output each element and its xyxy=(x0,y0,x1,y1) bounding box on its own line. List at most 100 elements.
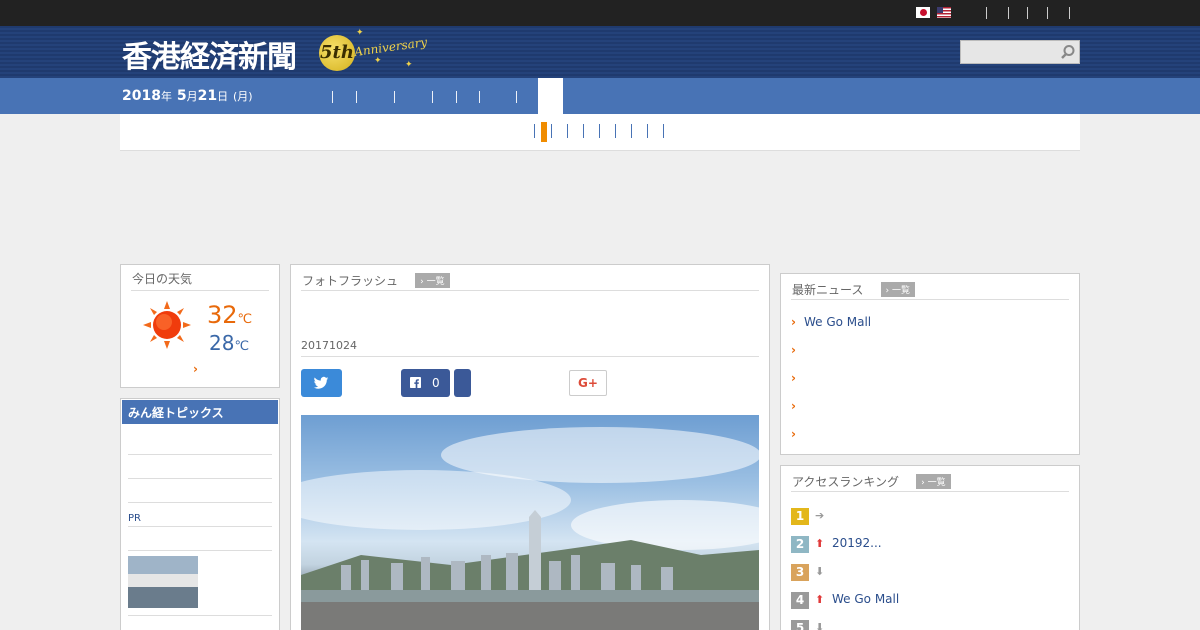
facebook-count: 0 xyxy=(432,376,440,390)
top-separator xyxy=(1047,7,1048,19)
google-plus-button[interactable]: G+ xyxy=(569,370,607,396)
nav-separator xyxy=(332,91,333,103)
latest-news-panel: 最新ニュース › 一覧 › We Go Mall › › › › xyxy=(780,273,1080,455)
twitter-icon xyxy=(313,376,329,389)
us-flag-icon[interactable] xyxy=(937,7,951,18)
star-icon: ✦ xyxy=(356,28,364,38)
news-item[interactable]: › xyxy=(791,427,804,441)
top-separator xyxy=(1027,7,1028,19)
top-separator xyxy=(1069,7,1070,19)
nav-separator xyxy=(394,91,395,103)
divider xyxy=(128,454,272,455)
subnav-separator xyxy=(631,124,632,138)
nav-separator xyxy=(432,91,433,103)
facebook-share-button[interactable]: 0 xyxy=(401,369,450,397)
subnav-separator xyxy=(599,124,600,138)
chevron-right-icon: › xyxy=(791,427,796,441)
latest-news-title: 最新ニュース xyxy=(792,283,864,297)
chevron-right-icon: › xyxy=(791,343,796,357)
divider xyxy=(128,502,272,503)
subnav-separator xyxy=(615,124,616,138)
section-header: フォトフラッシュ › 一覧 xyxy=(302,270,450,289)
temperature-low: 28℃ xyxy=(209,331,250,355)
divider xyxy=(128,615,272,616)
chevron-right-icon[interactable]: › xyxy=(193,362,198,376)
divider xyxy=(128,526,272,527)
chevron-right-icon: › xyxy=(791,399,796,413)
site-header: 香港経済新聞 5th Anniversary ✦ ✦ ✦ xyxy=(0,26,1200,78)
access-ranking-panel: アクセスランキング › 一覧 1 ➔ 2 ⬆ 20192... 3 ⬇ 4 ⬆ … xyxy=(780,465,1080,630)
chevron-right-icon: › xyxy=(885,286,890,296)
rank-badge: 5 xyxy=(791,620,809,630)
nav-separator xyxy=(356,91,357,103)
arrow-up-icon: ⬆ xyxy=(815,593,825,606)
subnav-separator xyxy=(567,124,568,138)
facebook-like-button[interactable] xyxy=(454,369,471,397)
more-button[interactable]: › 一覧 xyxy=(916,474,951,489)
temperature-high: 32℃ xyxy=(207,301,253,329)
more-label: 一覧 xyxy=(927,478,946,488)
rank-badge: 4 xyxy=(791,592,809,609)
date-day-suffix: 日 xyxy=(217,90,229,103)
divider xyxy=(301,290,759,291)
article-date: 20171024 xyxy=(301,339,357,352)
chevron-right-icon: › xyxy=(791,371,796,385)
divider xyxy=(128,478,272,479)
weather-panel: 今日の天気 32℃ 28℃ › xyxy=(120,264,280,388)
more-button[interactable]: › 一覧 xyxy=(880,282,915,297)
date-day: 21 xyxy=(197,88,218,104)
anniversary-badge: 5th xyxy=(319,35,355,71)
top-separator xyxy=(1008,7,1009,19)
ranking-item[interactable]: 20192... xyxy=(832,536,882,550)
date-month: 5 xyxy=(176,88,187,104)
more-label: 一覧 xyxy=(426,277,445,287)
nav-item-active[interactable] xyxy=(538,78,563,114)
nav-separator xyxy=(479,91,480,103)
subnav-separator xyxy=(647,124,648,138)
ranking-item[interactable]: We Go Mall xyxy=(832,592,899,606)
minkei-title: みん経トピックス xyxy=(122,400,278,424)
subnav-separator xyxy=(583,124,584,138)
news-item-text: We Go Mall xyxy=(803,315,872,329)
subnav-item-active[interactable] xyxy=(541,122,547,142)
rank-badge: 3 xyxy=(791,564,809,581)
weather-title: 今日の天気 xyxy=(132,272,193,286)
top-bar xyxy=(0,0,1200,26)
news-item[interactable]: › xyxy=(791,343,804,357)
arrow-right-icon: ➔ xyxy=(815,509,825,522)
search-icon[interactable] xyxy=(1060,44,1076,60)
main-nav: 2018年 5月21日 (月) xyxy=(0,78,1200,114)
more-label: 一覧 xyxy=(891,286,910,296)
nav-separator xyxy=(456,91,457,103)
arrow-down-icon: ⬇ xyxy=(815,565,825,578)
news-item[interactable]: › xyxy=(791,399,804,413)
subnav-separator xyxy=(551,124,552,138)
subnav-separator xyxy=(663,124,664,138)
article-photo[interactable] xyxy=(301,415,759,630)
pr-label[interactable]: PR xyxy=(128,513,141,524)
site-logo[interactable]: 香港経済新聞 xyxy=(122,32,297,76)
divider xyxy=(791,299,1069,300)
divider xyxy=(301,356,759,357)
divider xyxy=(128,550,272,551)
ranking-title: アクセスランキング xyxy=(792,475,900,489)
minkei-topics-panel: みん経トピックス PR xyxy=(120,398,280,630)
topic-thumbnail[interactable] xyxy=(128,556,198,608)
chevron-right-icon: › xyxy=(791,315,796,329)
rank-badge: 2 xyxy=(791,536,809,553)
more-button[interactable]: › 一覧 xyxy=(415,273,450,288)
japan-flag-icon[interactable] xyxy=(916,7,930,18)
arrow-up-icon: ⬆ xyxy=(815,537,825,550)
section-header: アクセスランキング › 一覧 xyxy=(792,471,951,490)
sub-nav xyxy=(120,114,1080,151)
sun-icon xyxy=(143,301,191,349)
twitter-share-button[interactable] xyxy=(301,369,342,397)
photo-flash-panel: フォトフラッシュ › 一覧 20171024 0 G+ xyxy=(290,264,770,630)
news-item[interactable]: › xyxy=(791,371,804,385)
date-month-suffix: 月 xyxy=(186,90,198,103)
divider xyxy=(791,491,1069,492)
news-item[interactable]: › We Go Mall xyxy=(791,315,871,329)
star-icon: ✦ xyxy=(405,60,413,70)
top-separator xyxy=(986,7,987,19)
rank-badge: 1 xyxy=(791,508,809,525)
